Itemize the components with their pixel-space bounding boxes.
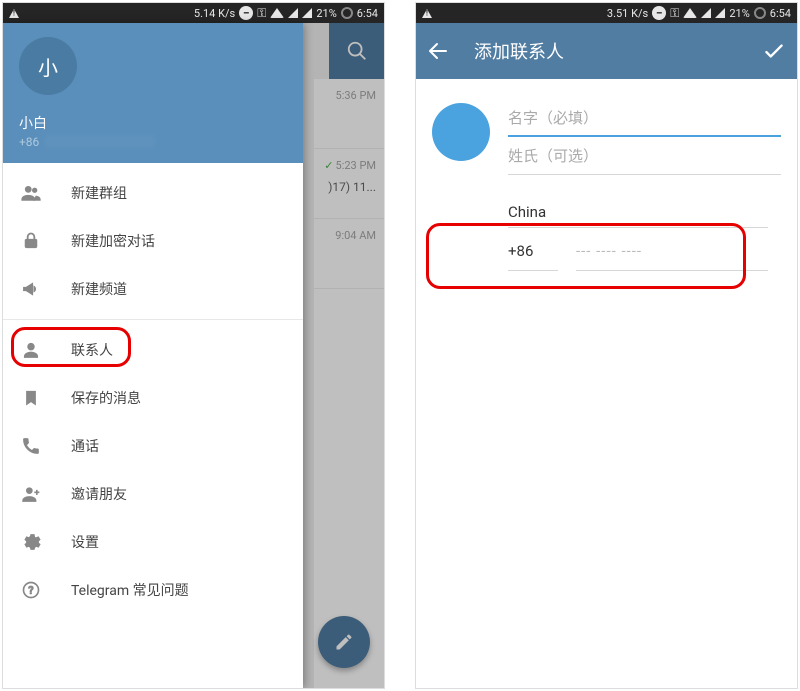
battery-ring-icon xyxy=(754,7,766,19)
vpn-key-icon: ⚿ xyxy=(670,6,679,21)
status-bar: 5.14 K/s − ⚿ 21% 6:54 xyxy=(3,3,384,23)
drawer-item-label: 设置 xyxy=(71,532,99,552)
wifi-icon xyxy=(683,8,697,18)
user-phone: +86 xyxy=(19,135,287,149)
network-speed: 3.51 K/s xyxy=(607,7,648,20)
country-value: China xyxy=(508,203,546,221)
group-icon xyxy=(19,181,43,205)
megaphone-icon xyxy=(19,277,43,301)
contact-avatar-placeholder xyxy=(432,103,490,161)
battery-percent: 21% xyxy=(729,7,749,20)
drawer-item-label: 新建群组 xyxy=(71,183,127,203)
signal-icon xyxy=(701,8,711,18)
contact-icon xyxy=(19,338,43,362)
phone-icon xyxy=(19,434,43,458)
drawer-header[interactable]: 小 小白 +86 xyxy=(3,23,303,163)
signal-icon xyxy=(288,8,298,18)
first-name-field[interactable]: 名字（必填） xyxy=(508,99,781,137)
drawer-item-new-group[interactable]: 新建群组 xyxy=(3,169,303,217)
drawer-item-label: 通话 xyxy=(71,436,99,456)
divider xyxy=(3,319,303,320)
phone-placeholder: --- ---- ---- xyxy=(576,242,642,260)
gear-icon xyxy=(19,530,43,554)
warning-icon xyxy=(422,9,432,18)
bookmark-icon xyxy=(19,386,43,410)
add-contact-form: 名字（必填） 姓氏（可选） China +86 --- ---- ---- xyxy=(416,79,797,291)
svg-text:?: ? xyxy=(28,584,33,597)
drawer-item-label: 新建频道 xyxy=(71,279,127,299)
navigation-drawer: 小 小白 +86 新建群组 新建加密对话 新建频道 联系人 xyxy=(3,23,303,688)
add-user-icon xyxy=(19,482,43,506)
toolbar: 添加联系人 xyxy=(416,23,797,79)
drawer-item-new-channel[interactable]: 新建频道 xyxy=(3,265,303,313)
drawer-item-label: 新建加密对话 xyxy=(71,231,155,251)
signal-icon-2 xyxy=(715,8,725,18)
avatar-initial: 小 xyxy=(38,52,58,81)
battery-percent: 21% xyxy=(316,7,336,20)
drawer-item-faq[interactable]: ? Telegram 常见问题 xyxy=(3,566,303,614)
screen-drawer: 5.14 K/s − ⚿ 21% 6:54 5:36 PM ✓5:23 PM)1… xyxy=(2,2,385,689)
drawer-item-invite-friends[interactable]: 邀请朋友 xyxy=(3,470,303,518)
drawer-item-label: Telegram 常见问题 xyxy=(71,580,189,600)
country-selector[interactable]: China xyxy=(508,203,768,228)
back-arrow-icon[interactable] xyxy=(426,39,450,63)
toolbar-title: 添加联系人 xyxy=(474,38,761,64)
battery-ring-icon xyxy=(341,7,353,19)
drawer-list: 新建群组 新建加密对话 新建频道 联系人 保存的消息 通话 xyxy=(3,163,303,614)
drawer-item-label: 保存的消息 xyxy=(71,388,141,408)
user-avatar[interactable]: 小 xyxy=(19,37,77,95)
drawer-item-calls[interactable]: 通话 xyxy=(3,422,303,470)
country-code-field[interactable]: +86 xyxy=(508,242,558,271)
network-speed: 5.14 K/s xyxy=(194,7,235,20)
dnd-icon: − xyxy=(652,6,666,20)
phone-number-field[interactable]: --- ---- ---- xyxy=(576,242,768,271)
help-icon: ? xyxy=(19,578,43,602)
wifi-icon xyxy=(270,8,284,18)
lock-icon xyxy=(19,229,43,253)
drawer-item-new-secret-chat[interactable]: 新建加密对话 xyxy=(3,217,303,265)
signal-icon-2 xyxy=(302,8,312,18)
clock: 6:54 xyxy=(357,7,378,20)
clock: 6:54 xyxy=(770,7,791,20)
vpn-key-icon: ⚿ xyxy=(257,6,266,21)
drawer-item-label: 联系人 xyxy=(71,340,113,360)
drawer-item-label: 邀请朋友 xyxy=(71,484,127,504)
screen-add-contact: 3.51 K/s − ⚿ 21% 6:54 添加联系人 名字（必填） 姓氏（可选… xyxy=(415,2,798,689)
drawer-item-saved-messages[interactable]: 保存的消息 xyxy=(3,374,303,422)
status-bar: 3.51 K/s − ⚿ 21% 6:54 xyxy=(416,3,797,23)
drawer-item-settings[interactable]: 设置 xyxy=(3,518,303,566)
check-icon[interactable] xyxy=(761,38,787,64)
drawer-item-contacts[interactable]: 联系人 xyxy=(3,326,303,374)
warning-icon xyxy=(9,9,19,18)
first-name-placeholder: 名字（必填） xyxy=(508,107,598,128)
country-code-value: +86 xyxy=(508,242,533,260)
last-name-field[interactable]: 姓氏（可选） xyxy=(508,137,781,175)
last-name-placeholder: 姓氏（可选） xyxy=(508,145,598,166)
user-name: 小白 xyxy=(19,113,287,133)
dnd-icon: − xyxy=(239,6,253,20)
